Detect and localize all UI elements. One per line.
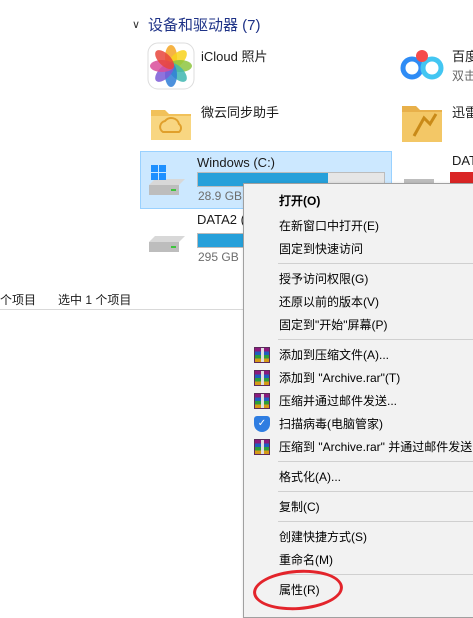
winrar-icon	[254, 439, 270, 455]
windows-drive-icon	[141, 153, 193, 205]
menu-separator	[278, 491, 473, 492]
drive-c-label: Windows (C:)	[197, 155, 276, 170]
baidu-sub: 双击	[452, 69, 473, 83]
menu-restore-versions[interactable]: 还原以前的版本(V)	[244, 290, 473, 313]
window-bottom-border	[0, 309, 243, 310]
menu-separator	[278, 461, 473, 462]
winrar-icon	[254, 393, 270, 409]
data-drive-label: DAT	[452, 153, 473, 168]
menu-separator	[278, 263, 473, 264]
menu-open[interactable]: 打开(O)	[244, 189, 473, 212]
baidu-netdisk-icon	[396, 40, 448, 92]
context-menu: 打开(O) 在新窗口中打开(E) 固定到快速访问 授予访问权限(G) 还原以前的…	[243, 183, 473, 618]
weiyun-item[interactable]: 微云同步助手	[145, 96, 279, 148]
menu-format[interactable]: 格式化(A)...	[244, 465, 473, 488]
menu-copy[interactable]: 复制(C)	[244, 495, 473, 518]
data2-usage-bar	[197, 233, 246, 248]
data2-usage-fill	[198, 234, 246, 247]
icloud-photos-item[interactable]: iCloud 照片	[145, 40, 267, 92]
menu-grant-access[interactable]: 授予访问权限(G)	[244, 267, 473, 290]
xunlei-item[interactable]: 迅雷	[396, 96, 473, 148]
menu-open-new-window[interactable]: 在新窗口中打开(E)	[244, 214, 473, 237]
menu-pin-start[interactable]: 固定到"开始"屏幕(P)	[244, 313, 473, 336]
menu-create-shortcut[interactable]: 创建快捷方式(S)	[244, 525, 473, 548]
menu-rename[interactable]: 重命名(M)	[244, 548, 473, 571]
menu-pin-quick-access[interactable]: 固定到快速访问	[244, 237, 473, 260]
icloud-photos-icon	[145, 40, 197, 92]
weiyun-folder-icon	[145, 96, 197, 148]
winrar-icon	[254, 347, 270, 363]
status-selected: 选中 1 个项目	[58, 292, 132, 307]
pc-manager-shield-icon: ✓	[254, 416, 270, 432]
menu-compress-email[interactable]: 压缩并通过邮件发送...	[244, 389, 473, 412]
menu-scan-virus[interactable]: ✓ 扫描病毒(电脑管家)	[244, 412, 473, 435]
data2-label: DATA2 (	[197, 212, 245, 227]
status-item-count: 个项目	[0, 292, 37, 307]
menu-compress-rar-email[interactable]: 压缩到 "Archive.rar" 并通过邮件发送	[244, 435, 473, 458]
baidu-label: 百度	[452, 49, 473, 64]
menu-separator	[278, 339, 473, 340]
devices-group-header[interactable]: ∨ 设备和驱动器 (7)	[130, 14, 261, 34]
hard-drive-icon	[141, 210, 193, 262]
menu-separator	[278, 521, 473, 522]
icloud-photos-label: iCloud 照片	[201, 49, 268, 64]
devices-group-title: 设备和驱动器 (7)	[148, 16, 261, 34]
xunlei-folder-icon	[396, 96, 448, 148]
weiyun-label: 微云同步助手	[201, 105, 280, 120]
status-bar: 个项目 选中 1 个项目	[0, 289, 243, 309]
menu-add-archive-rar[interactable]: 添加到 "Archive.rar"(T)	[244, 366, 473, 389]
drive-c-free: 28.9 GB	[198, 189, 243, 203]
baidu-netdisk-item[interactable]: 百度 双击	[396, 40, 473, 92]
data2-free: 295 GB	[198, 250, 239, 264]
winrar-icon	[254, 370, 270, 386]
menu-add-archive[interactable]: 添加到压缩文件(A)...	[244, 343, 473, 366]
xunlei-label: 迅雷	[452, 105, 473, 120]
chevron-down-icon[interactable]: ∨	[130, 18, 142, 31]
